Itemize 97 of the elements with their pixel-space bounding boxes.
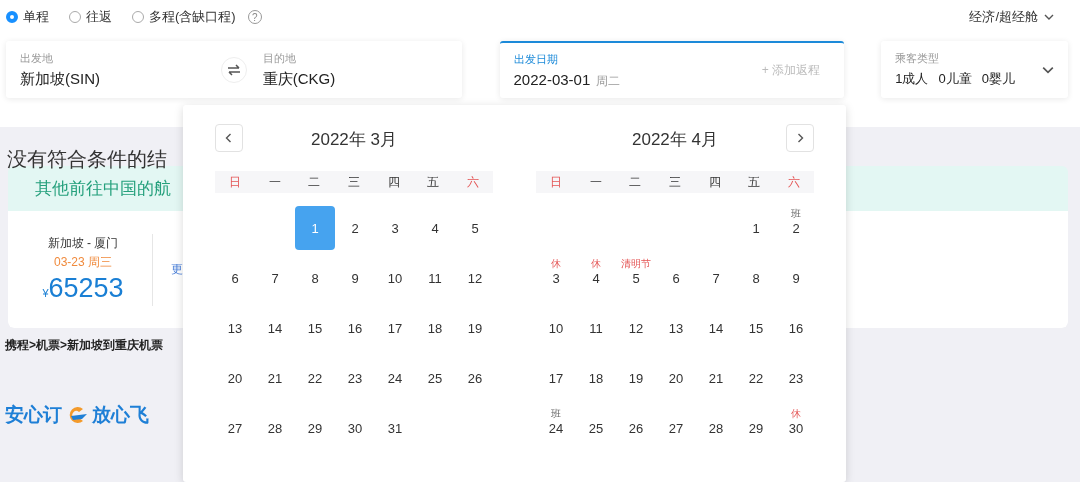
trip-type-radio[interactable]: 单程 xyxy=(6,8,49,26)
flight-date: 03-23 周三 xyxy=(54,254,112,271)
day-cell[interactable]: 7 xyxy=(696,256,736,300)
day-cell[interactable]: 11 xyxy=(576,306,616,350)
date-field[interactable]: 出发日期 2022-03-01 周二 + 添加返程 xyxy=(499,41,845,98)
day-cell[interactable]: 20 xyxy=(215,356,255,400)
weekday-label: 日 xyxy=(227,173,242,191)
field-value: 重庆(CKG) xyxy=(262,69,337,89)
passenger-dropdown[interactable]: 乘客类型 1成人 0儿童 0婴儿 xyxy=(881,41,1068,98)
weekday-label: 日 xyxy=(548,173,563,191)
day-cell[interactable]: 8 xyxy=(736,256,776,300)
weekday-label: 二 xyxy=(628,173,643,191)
day-cell[interactable]: 14 xyxy=(696,306,736,350)
day-cell[interactable]: 21 xyxy=(255,356,295,400)
weekday-label: 五 xyxy=(747,173,762,191)
weekday-label: 六 xyxy=(787,173,802,191)
day-cell[interactable]: 18 xyxy=(576,356,616,400)
day-cell[interactable]: 28 xyxy=(696,406,736,450)
day-cell[interactable]: 21 xyxy=(696,356,736,400)
month-title: 2022年 3月 xyxy=(311,128,397,151)
day-cell[interactable]: 9 xyxy=(776,256,816,300)
day-cell[interactable]: 27 xyxy=(656,406,696,450)
more-link[interactable]: 更 xyxy=(171,261,183,278)
cabin-dropdown[interactable]: 经济/超经舱 xyxy=(969,8,1054,26)
day-cell[interactable]: 19 xyxy=(455,306,495,350)
chevron-left-icon xyxy=(224,133,234,143)
trip-type-radio[interactable]: 往返 xyxy=(69,8,112,26)
day-cell[interactable]: 30 xyxy=(335,406,375,450)
day-cell[interactable]: 24 xyxy=(375,356,415,400)
logo-text: 放心飞 xyxy=(92,403,149,427)
adult-count: 1成人 xyxy=(895,70,929,88)
day-cell[interactable]: 23 xyxy=(776,356,816,400)
weekday-label: 四 xyxy=(386,173,401,191)
month-title: 2022年 4月 xyxy=(632,128,718,151)
day-cell[interactable]: 18 xyxy=(415,306,455,350)
weekday-label: 三 xyxy=(668,173,682,191)
day-cell[interactable]: 22 xyxy=(295,356,335,400)
weekday-label: 一 xyxy=(267,173,282,191)
day-cell[interactable]: 6 xyxy=(656,256,696,300)
day-cell[interactable]: 13 xyxy=(656,306,696,350)
day-cell[interactable]: 27 xyxy=(215,406,255,450)
day-cell[interactable]: 26 xyxy=(455,356,495,400)
day-cell[interactable]: 26 xyxy=(616,406,656,450)
logo-text: 安心订 xyxy=(5,403,62,427)
day-cell[interactable]: 10 xyxy=(536,306,576,350)
day-cell[interactable]: 16 xyxy=(776,306,816,350)
day-cell[interactable]: 10 xyxy=(375,256,415,300)
weekday-label: 三 xyxy=(347,173,361,191)
child-count: 0儿童 xyxy=(938,70,972,88)
currency-symbol: ¥ xyxy=(42,287,49,299)
day-cell[interactable]: 11 xyxy=(415,256,455,300)
field-label: 出发日期 xyxy=(513,51,559,67)
route-label: 新加坡 - 厦门 xyxy=(47,235,119,252)
chevron-right-icon xyxy=(795,133,805,143)
day-cell[interactable]: 16 xyxy=(335,306,375,350)
day-cell[interactable]: 17 xyxy=(536,356,576,400)
weekday-label: 六 xyxy=(466,173,481,191)
breadcrumb: 携程>机票>新加坡到重庆机票 xyxy=(4,337,163,354)
next-month-button[interactable] xyxy=(786,124,814,152)
day-cell[interactable]: 25 xyxy=(415,356,455,400)
weekday-label: 二 xyxy=(307,173,322,191)
field-value: 2022-03-01 xyxy=(513,70,591,88)
day-cell[interactable]: 20 xyxy=(656,356,696,400)
day-cell[interactable]: 8 xyxy=(295,256,335,300)
day-cell[interactable]: 13 xyxy=(215,306,255,350)
day-cell[interactable]: 28 xyxy=(255,406,295,450)
price-value: 65253 xyxy=(48,273,124,304)
field-label: 乘客类型 xyxy=(895,51,941,66)
day-cell[interactable]: 15 xyxy=(295,306,335,350)
day-cell[interactable]: 23 xyxy=(335,356,375,400)
day-cell[interactable]: 14 xyxy=(255,306,295,350)
weekday-label: 五 xyxy=(426,173,441,191)
day-cell[interactable]: 19 xyxy=(616,356,656,400)
weekday-label: 周二 xyxy=(596,72,621,90)
day-cell[interactable]: 12 xyxy=(455,256,495,300)
field-label: 出发地 xyxy=(20,50,54,66)
day-cell[interactable]: 6 xyxy=(215,256,255,300)
trip-type-radio[interactable]: 多程(含缺口程) xyxy=(132,8,236,26)
destination-field[interactable]: 目的地 重庆(CKG) xyxy=(248,41,462,98)
field-label: 目的地 xyxy=(262,50,297,66)
swap-button[interactable] xyxy=(220,56,247,83)
day-cell[interactable]: 22 xyxy=(736,356,776,400)
weekday-label: 四 xyxy=(707,173,722,191)
day-cell[interactable]: 12 xyxy=(616,306,656,350)
chevron-down-icon xyxy=(1044,12,1054,22)
day-cell[interactable]: 29 xyxy=(295,406,335,450)
day-cell[interactable]: 17 xyxy=(375,306,415,350)
swap-icon xyxy=(226,63,241,76)
weekday-label: 一 xyxy=(588,173,603,191)
field-value: 新加坡(SIN) xyxy=(20,69,101,89)
day-cell[interactable]: 15 xyxy=(736,306,776,350)
infant-count: 0婴儿 xyxy=(981,70,1015,88)
origin-field[interactable]: 出发地 新加坡(SIN) xyxy=(6,41,219,98)
day-cell[interactable]: 9 xyxy=(335,256,375,300)
previous-month-button[interactable] xyxy=(215,124,243,152)
day-cell[interactable]: 7 xyxy=(255,256,295,300)
day-cell[interactable]: 31 xyxy=(375,406,415,450)
